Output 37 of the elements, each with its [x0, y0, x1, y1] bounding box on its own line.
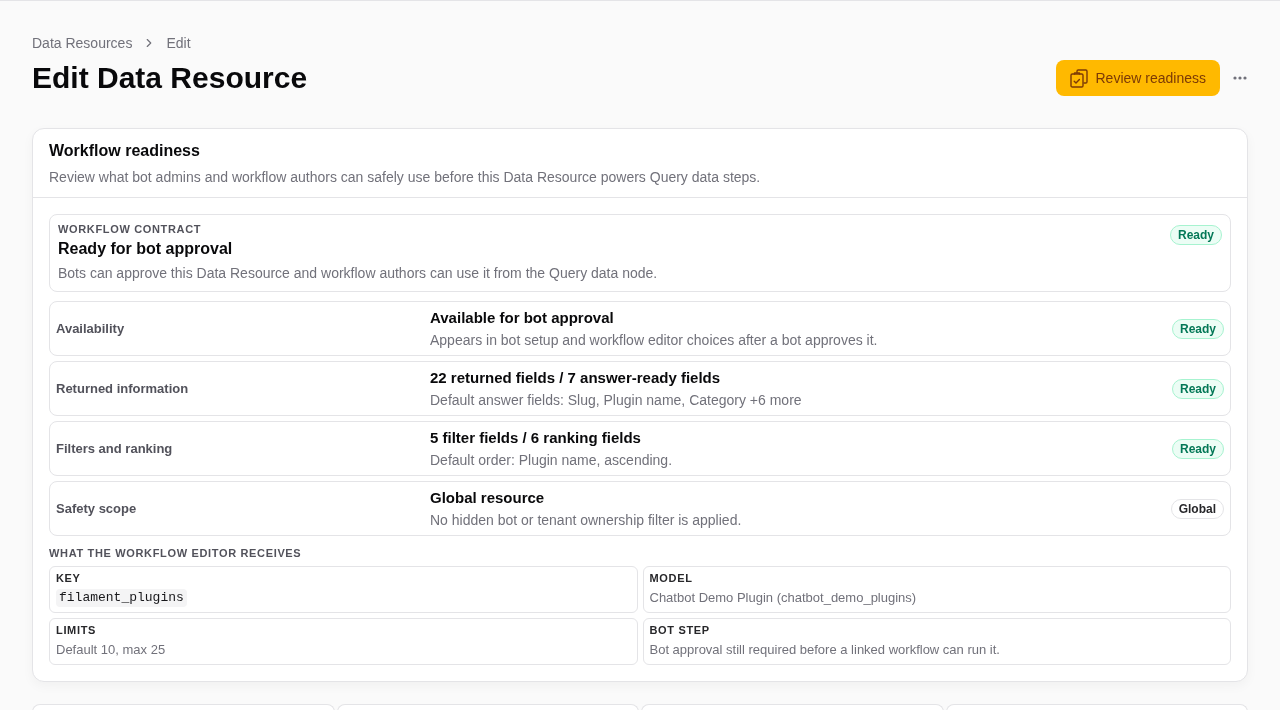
status-badge: Global [1170, 499, 1224, 519]
clipboard-check-icon [1069, 68, 1088, 88]
tile-label: LIMITS [56, 623, 97, 638]
status-badge: Ready [1171, 319, 1224, 339]
row-label: Filters and ranking [56, 440, 174, 458]
row-description: Default answer fields: Slug, Plugin name, Category +6 more [430, 391, 803, 410]
contract-eyebrow: WORKFLOW CONTRACT [58, 222, 203, 237]
more-icon [1233, 76, 1247, 80]
tile-label: MODEL [649, 571, 694, 586]
row-title: 5 filter fields / 6 ranking fields [430, 428, 642, 448]
status-badge: Ready [1171, 379, 1224, 399]
breadcrumb-link[interactable]: Edit [166, 33, 191, 53]
page-title: Edit Data Resource [32, 60, 308, 96]
contract-description: Bots can approve this Data Resource and workflow authors can use it from the Query data node. [58, 264, 658, 283]
contract-title: Ready for bot approval [58, 239, 234, 259]
row-title: Available for bot approval [430, 308, 615, 328]
row-title: 22 returned fields / 7 answer-ready fields [430, 368, 722, 388]
card-title: Workflow readiness [49, 141, 201, 161]
tile-value: Bot approval still required before a linked workflow can run it. [649, 640, 1000, 659]
breadcrumb-link[interactable]: Data Resources [32, 33, 133, 53]
tile-value: Chatbot Demo Plugin (chatbot_demo_plugins) [649, 588, 917, 607]
tile-value: Default 10, max 25 [56, 640, 166, 659]
row-description: Appears in bot setup and workflow editor choices after a bot approves it. [430, 331, 879, 350]
status-badge: Ready [1169, 225, 1222, 245]
row-title: Global resource [430, 488, 546, 508]
review-readiness-button[interactable]: Review readiness [1055, 60, 1220, 96]
row-label: Safety scope [56, 500, 138, 518]
row-description: No hidden bot or tenant ownership filter is applied. [430, 511, 743, 530]
tile-label: KEY [56, 571, 82, 586]
card-description: Review what bot admins and workflow authors can safely use before this Data Resource powers Query data steps. [49, 168, 762, 187]
row-label: Availability [56, 320, 126, 338]
row-label: Returned information [56, 380, 190, 398]
row-description: Default order: Plugin name, ascending. [430, 451, 674, 470]
tile-label: BOT STEP [649, 623, 711, 638]
status-badge: Ready [1171, 439, 1224, 459]
code-value: filament_plugins [56, 588, 187, 607]
section-heading: WHAT THE WORKFLOW EDITOR RECEIVES [49, 546, 303, 561]
